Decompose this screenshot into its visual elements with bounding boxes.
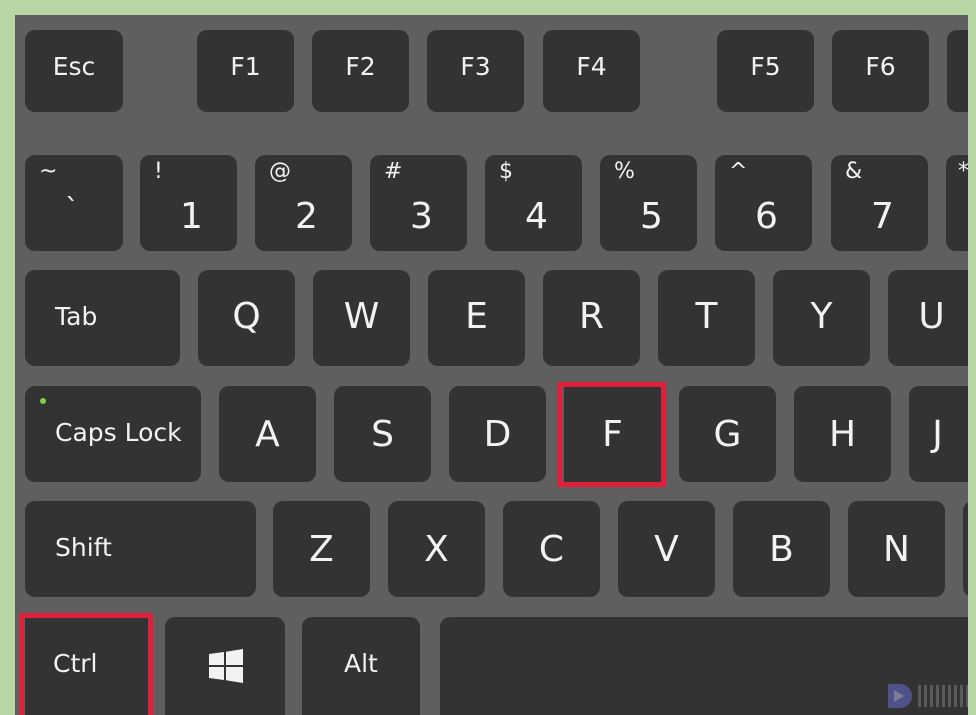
key-r[interactable]: R [543,270,640,366]
key-label: 1 [180,196,203,237]
key-label: Esc [52,52,96,81]
key-label: A [255,414,280,455]
key-f3[interactable]: F3 [427,30,524,112]
key-label: 7 [871,196,894,237]
key-label: F5 [750,52,781,81]
key-z[interactable]: Z [273,501,370,597]
key-label: F6 [865,52,896,81]
key-q[interactable]: Q [198,270,295,366]
key-g[interactable]: G [679,386,776,482]
watermark-logo [884,681,968,711]
key-s[interactable]: S [334,386,431,482]
play-logo-icon [888,684,912,708]
key-label: C [538,529,565,570]
key-label: U [918,296,945,337]
key-1[interactable]: ! 1 [140,155,237,251]
key-2[interactable]: @2 [255,155,352,251]
key-label: F4 [576,52,607,81]
caps-lock-led [40,398,46,404]
key-label: Tab [55,302,98,331]
key-alt[interactable]: Alt [302,617,420,715]
key-label: F3 [460,52,491,81]
key-label: ` [65,192,79,225]
key-label: F1 [230,52,261,81]
key-esc[interactable]: Esc [25,30,123,112]
key-label: J [932,414,943,455]
key-label: V [654,529,679,570]
key-label: E [465,296,488,337]
key-label: Q [232,296,261,337]
key-label: B [769,529,794,570]
key-8-partial[interactable]: * [946,155,968,251]
key-7[interactable]: & 7 [831,155,928,251]
key-label: G [713,414,742,455]
key-f2[interactable]: F2 [312,30,409,112]
key-shift-label: * [958,159,968,184]
highlight-f-key [557,382,666,487]
windows-logo-icon [209,649,243,683]
key-label: X [424,529,449,570]
key-label: Caps Lock [55,418,182,447]
key-label: D [483,414,512,455]
key-shift-label: $ [499,159,513,184]
key-backtick[interactable]: ~ ` [25,155,123,251]
key-c[interactable]: C [503,501,600,597]
watermark-text-mark [918,685,968,707]
key-4[interactable]: $4 [485,155,582,251]
key-label: Y [810,296,833,337]
key-y[interactable]: Y [773,270,870,366]
key-f7-partial[interactable] [947,30,968,112]
key-label: F2 [345,52,376,81]
keyboard: Esc F1 F2 F3 F4 F5 F6 ~ ` ! 1 @2 #3 $4 % 5 … [15,15,968,715]
key-f6[interactable]: F6 [832,30,929,112]
key-f4[interactable]: F4 [543,30,640,112]
key-d[interactable]: D [449,386,546,482]
key-6[interactable]: ^ 6 [715,155,812,251]
key-shift-label: & [845,159,863,184]
key-tab[interactable]: Tab [25,270,180,366]
key-m-partial[interactable] [963,501,968,597]
key-shift-label: ~ [39,159,58,184]
key-j[interactable]: J [909,386,968,482]
key-shift-label: % [614,159,635,184]
key-b[interactable]: B [733,501,830,597]
key-shift-label: @ [269,159,291,184]
key-u[interactable]: U [888,270,968,366]
key-shift[interactable]: Shift [25,501,256,597]
key-label: 3 [410,196,433,237]
key-label: S [371,414,394,455]
key-w[interactable]: W [313,270,410,366]
key-x[interactable]: X [388,501,485,597]
key-3[interactable]: #3 [370,155,467,251]
key-caps-lock[interactable]: Caps Lock [25,386,201,482]
key-label: 5 [640,196,663,237]
key-shift-label: ^ [729,159,748,184]
key-label: 2 [295,196,318,237]
key-label: W [343,296,380,337]
key-label: 4 [525,196,548,237]
key-label: T [695,296,718,337]
key-t[interactable]: T [658,270,755,366]
key-label: Z [309,529,334,570]
key-label: Alt [344,649,378,678]
key-shift-label: ! [154,159,163,184]
key-windows[interactable] [165,617,285,715]
highlight-ctrl-key [19,613,153,715]
key-shift-label: # [384,159,403,184]
key-5[interactable]: % 5 [600,155,697,251]
key-f5[interactable]: F5 [717,30,814,112]
key-a[interactable]: A [219,386,316,482]
key-label: 6 [755,196,778,237]
key-v[interactable]: V [618,501,715,597]
key-label: R [578,296,604,337]
key-label: Shift [55,533,112,562]
key-e[interactable]: E [428,270,525,366]
key-f1[interactable]: F1 [197,30,294,112]
key-label: N [883,529,910,570]
key-n[interactable]: N [848,501,945,597]
